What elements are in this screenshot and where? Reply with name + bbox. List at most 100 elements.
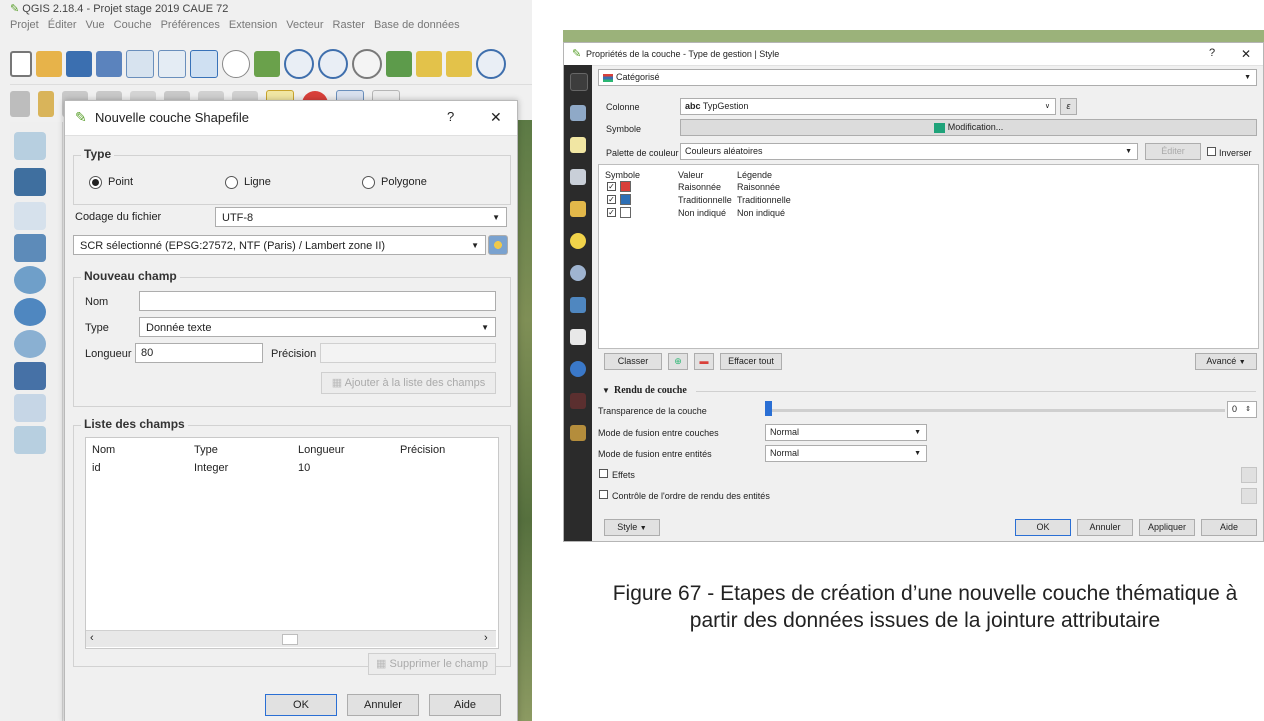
menu-preferences[interactable]: Préférences (161, 19, 220, 37)
palette-select[interactable]: Couleurs aléatoires ▼ (680, 143, 1138, 160)
info-icon[interactable] (570, 361, 586, 377)
menu-projet[interactable]: Projet (10, 19, 39, 37)
edit-pencil-icon[interactable] (10, 91, 30, 117)
zoom-full-icon[interactable] (386, 51, 412, 77)
general-tools-icon[interactable] (570, 73, 588, 91)
table-cell-type[interactable]: Integer (194, 462, 228, 474)
transparency-slider-handle[interactable] (765, 401, 772, 416)
help-icon[interactable]: ? (447, 109, 454, 124)
advanced-button[interactable]: Avancé ▼ (1195, 353, 1257, 370)
add-delimited-text-icon[interactable] (14, 202, 46, 230)
radio-polygone[interactable] (362, 176, 375, 189)
new-print-layout-icon[interactable] (126, 50, 154, 78)
category-checkbox[interactable]: ✓ (607, 195, 616, 204)
column-header-nom[interactable]: Nom (92, 444, 115, 456)
category-checkbox[interactable]: ✓ (607, 208, 616, 217)
scroll-thumb[interactable] (282, 634, 298, 645)
radio-point[interactable] (89, 176, 102, 189)
category-value[interactable]: Raisonnée (678, 182, 721, 192)
category-legend[interactable]: Non indiqué (737, 208, 785, 218)
table-cell-nom[interactable]: id (92, 462, 101, 474)
classify-button[interactable]: Classer (604, 353, 662, 370)
help-icon[interactable]: ? (1209, 47, 1215, 59)
column-header-type[interactable]: Type (194, 444, 218, 456)
tooltip-icon[interactable] (570, 233, 586, 249)
actions-gear-icon[interactable] (570, 265, 586, 281)
touch-zoom-icon[interactable] (190, 50, 218, 78)
symbol-modify-button[interactable]: Modification... (680, 119, 1257, 136)
save-as-icon[interactable] (96, 51, 122, 77)
category-legend[interactable]: Traditionnelle (737, 195, 791, 205)
new-project-icon[interactable] (10, 51, 32, 77)
name-input[interactable] (139, 291, 496, 311)
transparency-slider-track[interactable] (765, 409, 1225, 412)
menu-vecteur[interactable]: Vecteur (286, 19, 323, 37)
close-icon[interactable]: ✕ (490, 109, 502, 126)
joins-icon[interactable] (570, 297, 586, 313)
style-menu-button[interactable]: Style ▼ (604, 519, 660, 536)
column-header-precision[interactable]: Précision (400, 444, 445, 456)
ok-button[interactable]: OK (1015, 519, 1071, 536)
layer-blend-select[interactable]: Normal ▼ (765, 424, 927, 441)
column-header-symbole[interactable]: Symbole (605, 170, 640, 180)
field-list-table[interactable]: Nom Type Longueur Précision id Integer 1… (85, 437, 499, 649)
save-project-icon[interactable] (66, 51, 92, 77)
horizontal-scrollbar[interactable]: ‹ › (86, 630, 496, 647)
render-order-checkbox[interactable] (599, 490, 608, 499)
source-icon[interactable] (570, 105, 586, 121)
effects-settings-icon[interactable] (1241, 467, 1257, 483)
zoom-last-icon[interactable] (476, 49, 506, 79)
field-type-select[interactable]: Donnée texte ▼ (139, 317, 496, 337)
menu-extension[interactable]: Extension (229, 19, 277, 37)
menu-vue[interactable]: Vue (86, 19, 105, 37)
categories-table[interactable]: Symbole Valeur Légende ✓ Raisonnée Raiso… (598, 164, 1259, 349)
cancel-button[interactable]: Annuler (1077, 519, 1133, 536)
zoom-selection-icon[interactable] (416, 51, 442, 77)
scroll-right-icon[interactable]: › (484, 632, 488, 644)
help-button[interactable]: Aide (1201, 519, 1257, 536)
style-brush-icon[interactable] (570, 201, 586, 217)
column-select[interactable]: abc TypGestion ∨ (680, 98, 1056, 115)
add-raster-layer-icon[interactable] (14, 168, 46, 196)
add-virtual-layer-icon[interactable] (14, 394, 46, 422)
zoom-native-icon[interactable] (352, 49, 382, 79)
add-wfs-layer-icon[interactable] (14, 298, 46, 326)
crs-selector-icon[interactable] (488, 235, 508, 255)
encoding-select[interactable]: UTF-8 ▼ (215, 207, 507, 227)
pan-to-selection-icon[interactable] (254, 51, 280, 77)
ok-button[interactable]: OK (265, 694, 337, 716)
column-header-longueur[interactable]: Longueur (298, 444, 345, 456)
category-checkbox[interactable]: ✓ (607, 182, 616, 191)
pan-hand-icon[interactable] (222, 50, 250, 78)
edit-palette-button[interactable]: Éditer (1145, 143, 1201, 160)
feature-blend-select[interactable]: Normal ▼ (765, 445, 927, 462)
column-header-valeur[interactable]: Valeur (678, 170, 703, 180)
expression-button[interactable]: ε (1060, 98, 1077, 115)
zoom-in-icon[interactable] (284, 49, 314, 79)
menu-couche[interactable]: Couche (114, 19, 152, 37)
menu-raster[interactable]: Raster (333, 19, 365, 37)
new-layer-icon[interactable] (14, 426, 46, 454)
add-to-field-list-button[interactable]: ▦ Ajouter à la liste des champs (321, 372, 496, 394)
add-postgis-layer-icon[interactable] (14, 234, 46, 262)
crs-select[interactable]: SCR sélectionné (EPSG:27572, NTF (Paris)… (73, 235, 486, 255)
help-button[interactable]: Aide (429, 694, 501, 716)
open-project-icon[interactable] (36, 51, 62, 77)
add-wms-layer-icon[interactable] (14, 266, 46, 294)
collapse-triangle-icon[interactable]: ▼ (602, 386, 610, 395)
variables-icon[interactable] (570, 393, 586, 409)
menu-editer[interactable]: Éditer (48, 19, 77, 37)
close-icon[interactable]: ✕ (1241, 47, 1251, 61)
menu-base-de-donnees[interactable]: Base de données (374, 19, 460, 37)
scroll-left-icon[interactable]: ‹ (90, 632, 94, 644)
category-legend[interactable]: Raisonnée (737, 182, 780, 192)
sort-order-icon[interactable] (1241, 488, 1257, 504)
invert-checkbox[interactable] (1207, 147, 1216, 156)
apply-button[interactable]: Appliquer (1139, 519, 1195, 536)
effects-checkbox[interactable] (599, 469, 608, 478)
renderer-select[interactable]: Catégorisé ▼ (598, 69, 1257, 86)
transparency-spinbox[interactable]: 0 ⇕ (1227, 401, 1257, 418)
delete-field-button[interactable]: ▦ Supprimer le champ (368, 653, 496, 675)
zoom-layer-icon[interactable] (446, 51, 472, 77)
add-vector-layer-icon[interactable] (14, 132, 46, 160)
